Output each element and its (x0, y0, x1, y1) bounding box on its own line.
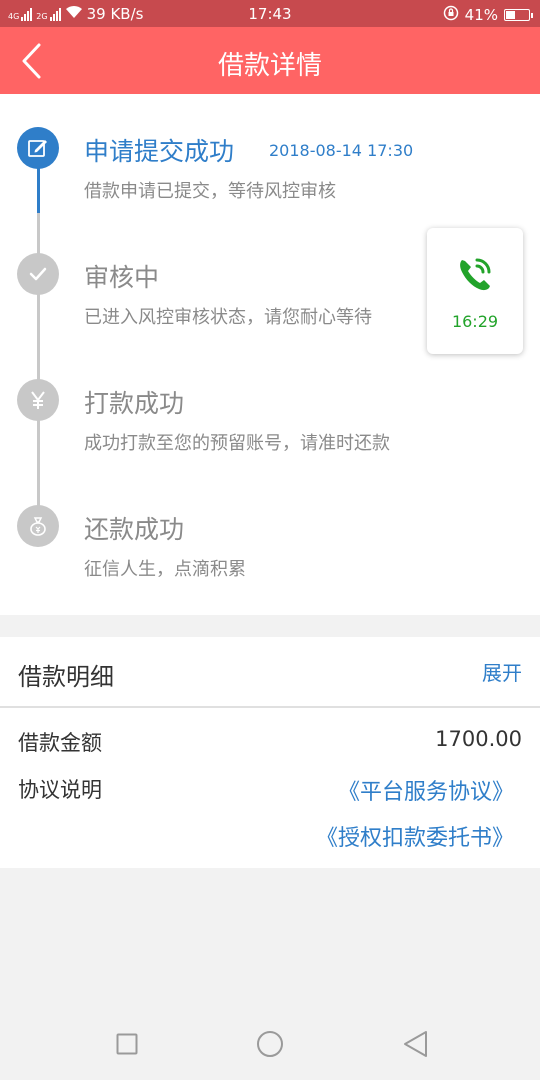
money-bag-icon (17, 505, 59, 547)
loan-detail-section: 借款明细 展开 借款金额 1700.00 协议说明 《平台服务协议》 《授权扣款… (0, 637, 540, 868)
service-agreement-link[interactable]: 《平台服务协议》 (338, 774, 514, 806)
system-nav-bar (0, 1008, 540, 1080)
timeline-line (37, 420, 40, 506)
divider (0, 706, 540, 708)
timeline-line-active (37, 168, 40, 213)
timeline-line (37, 213, 40, 254)
step-time: 2018-08-14 17:30 (269, 141, 414, 160)
step-description: 成功打款至您的预留账号，请准时还款 (84, 433, 390, 454)
square-icon (116, 1033, 138, 1055)
timeline-line (37, 294, 40, 380)
call-floating-button[interactable]: 16:29 (427, 228, 523, 354)
loan-amount-label: 借款金额 (18, 731, 102, 755)
agreement-label: 协议说明 (18, 778, 102, 802)
phone-icon (460, 258, 491, 291)
status-bar: 4G 2G 39 KB/s 17:43 41% (0, 0, 540, 27)
triangle-back-icon (404, 1031, 427, 1057)
step-title: 审核中 (84, 263, 160, 292)
app-header: 借款详情 (0, 27, 540, 94)
debit-authorization-link[interactable]: 《授权扣款委托书》 (316, 820, 514, 852)
yen-icon (17, 379, 59, 421)
step-title: 申请提交成功 (84, 137, 235, 166)
section-title: 借款明细 (18, 663, 114, 691)
recent-apps-button[interactable] (116, 1033, 138, 1055)
step-description: 借款申请已提交，等待风控审核 (84, 181, 336, 202)
progress-timeline: 申请提交成功 2018-08-14 17:30 借款申请已提交，等待风控审核 审… (0, 94, 540, 615)
step-description: 已进入风控审核状态，请您耐心等待 (84, 307, 372, 328)
loan-amount-value: 1700.00 (435, 727, 522, 751)
edit-icon (17, 127, 59, 169)
back-nav-button[interactable] (402, 1030, 428, 1058)
step-description: 征信人生，点滴积累 (84, 559, 246, 580)
step-title: 打款成功 (84, 389, 185, 418)
home-button[interactable] (256, 1030, 284, 1058)
battery-icon (504, 9, 533, 21)
page-title: 借款详情 (217, 51, 322, 81)
step-title: 还款成功 (84, 515, 185, 544)
expand-button[interactable]: 展开 (482, 657, 522, 686)
lock-rotation-icon (443, 5, 459, 25)
call-duration: 16:29 (451, 312, 499, 331)
circle-icon (257, 1031, 283, 1057)
check-icon (17, 253, 59, 295)
battery-percent: 41% (464, 6, 498, 24)
